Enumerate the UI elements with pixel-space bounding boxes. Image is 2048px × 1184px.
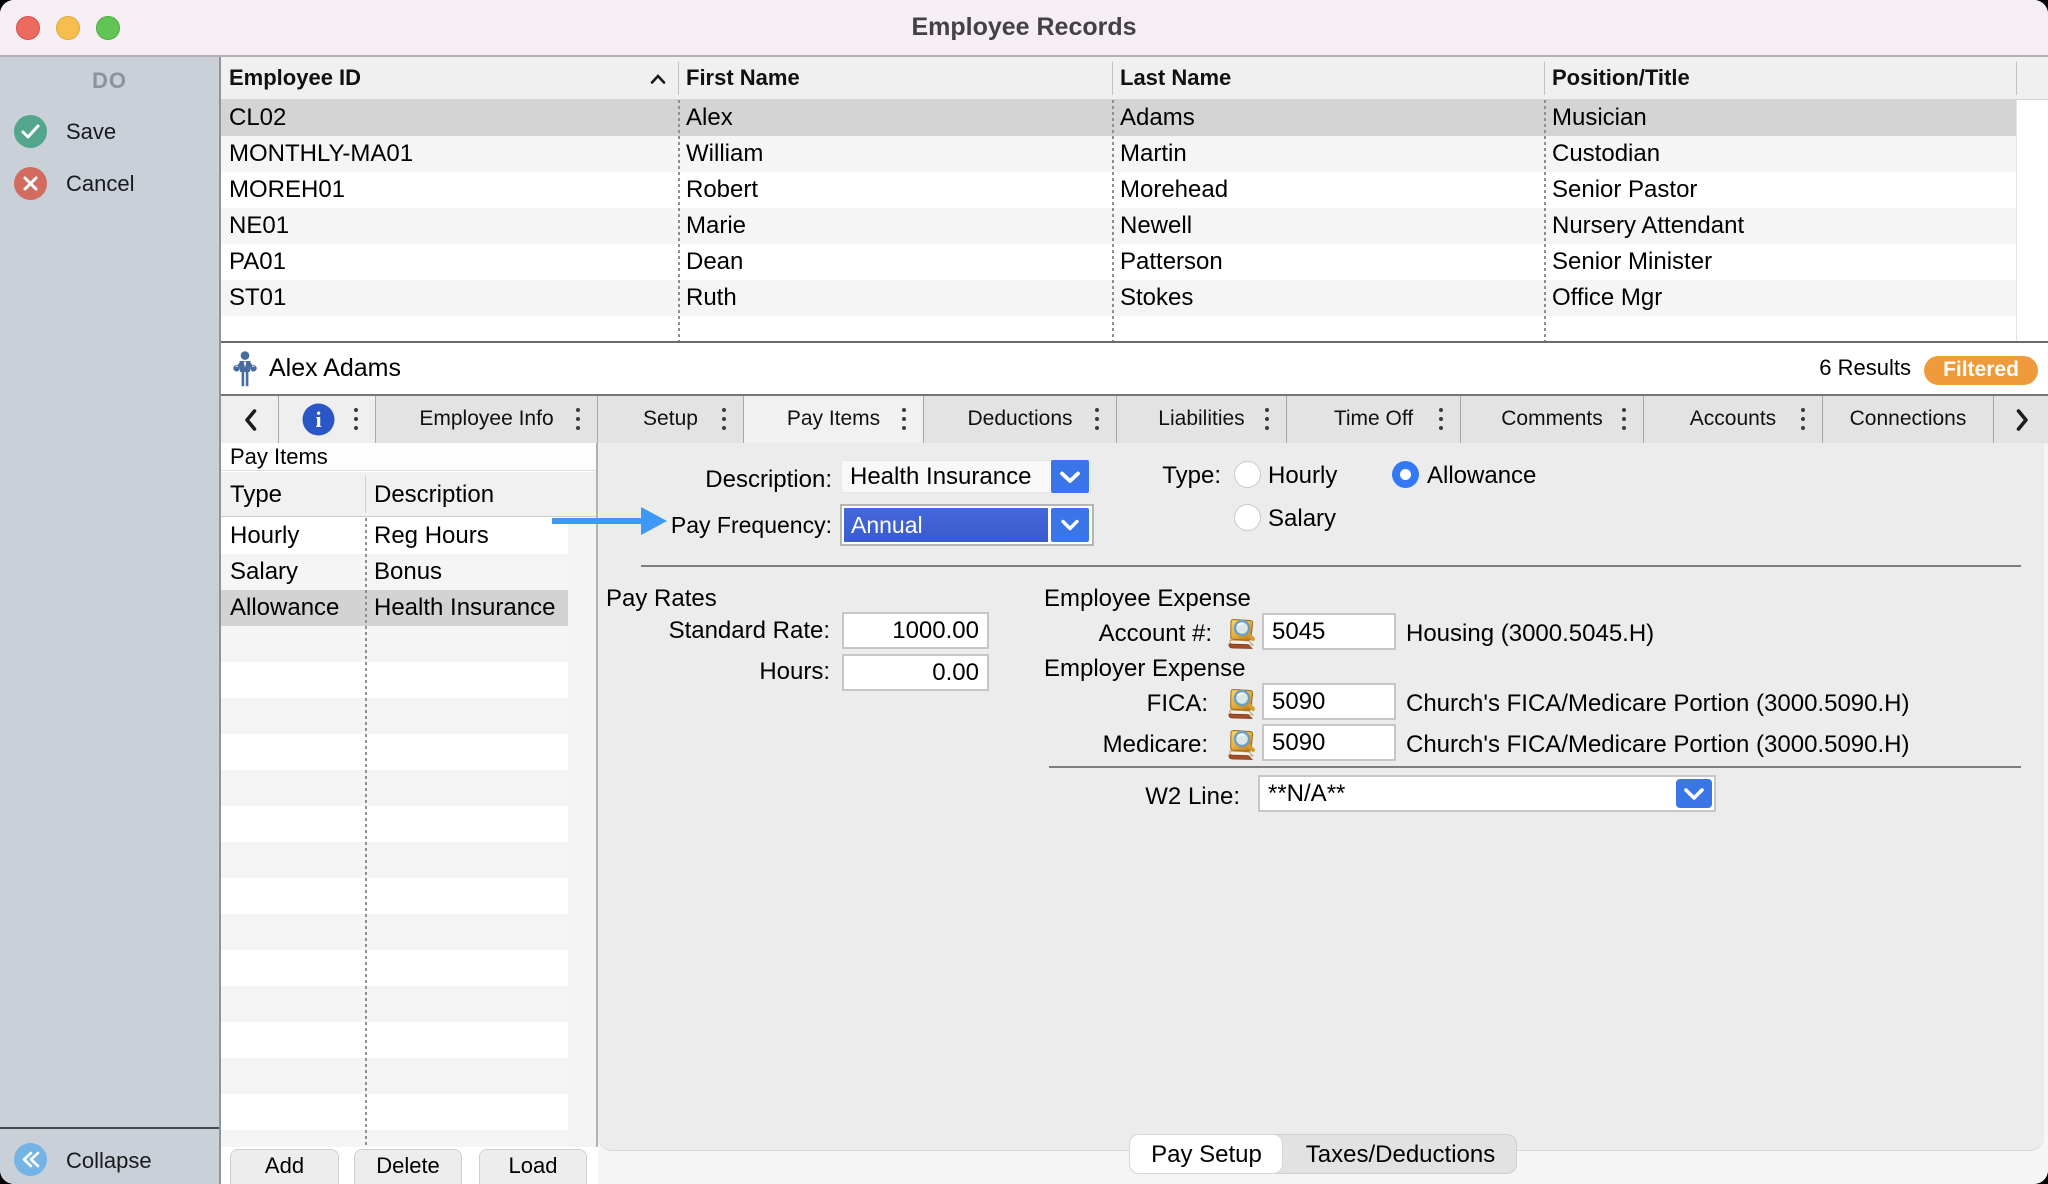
svg-text:i: i bbox=[315, 407, 321, 432]
